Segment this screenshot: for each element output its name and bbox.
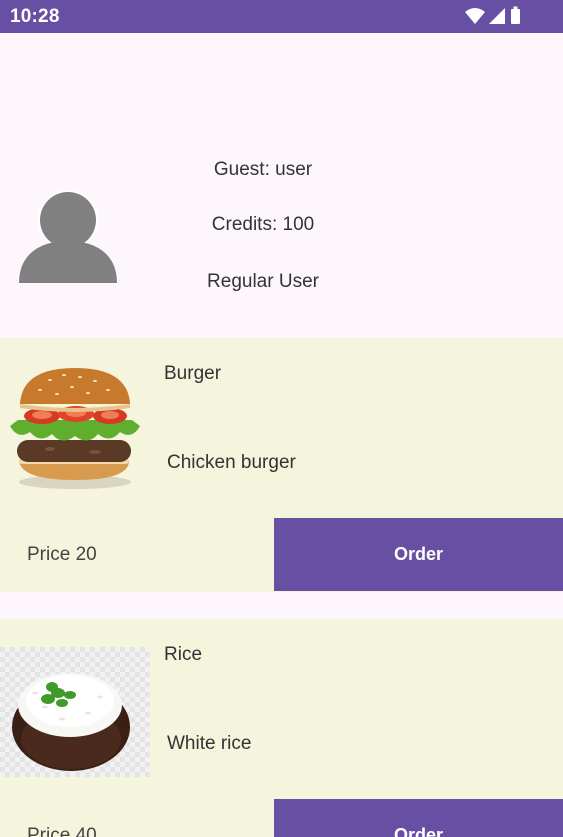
- food-name: Rice: [164, 644, 203, 665]
- food-name: Burger: [164, 363, 222, 384]
- price-label: Price 20: [27, 544, 97, 565]
- app-screen: 10:28 Guest: user Credits: 100 Regular U…: [0, 0, 563, 837]
- price-label: Price 40: [27, 825, 97, 837]
- credits-label: Credits: 100: [211, 214, 315, 235]
- burger-image: [10, 368, 140, 489]
- status-time: 10:28: [10, 6, 60, 27]
- battery-icon: [511, 6, 520, 24]
- food-description: Chicken burger: [167, 452, 296, 473]
- signal-icon: [489, 8, 505, 24]
- status-icons: [465, 6, 520, 24]
- food-description: White rice: [167, 733, 252, 754]
- wifi-icon: [465, 8, 485, 24]
- order-button[interactable]: Order: [274, 799, 563, 837]
- status-bar: 10:28: [0, 0, 563, 33]
- user-profile: Guest: user Credits: 100 Regular User: [0, 33, 563, 338]
- menu-item-card: Rice White rice Price 40 Order: [0, 619, 563, 837]
- order-button[interactable]: Order: [274, 518, 563, 591]
- guest-label: Guest: user: [213, 159, 313, 180]
- menu-item-card: Burger Chicken burger Price 20 Order: [0, 338, 563, 592]
- person-icon: [19, 191, 117, 283]
- rice-image: [0, 647, 150, 777]
- user-role-label: Regular User: [207, 271, 319, 292]
